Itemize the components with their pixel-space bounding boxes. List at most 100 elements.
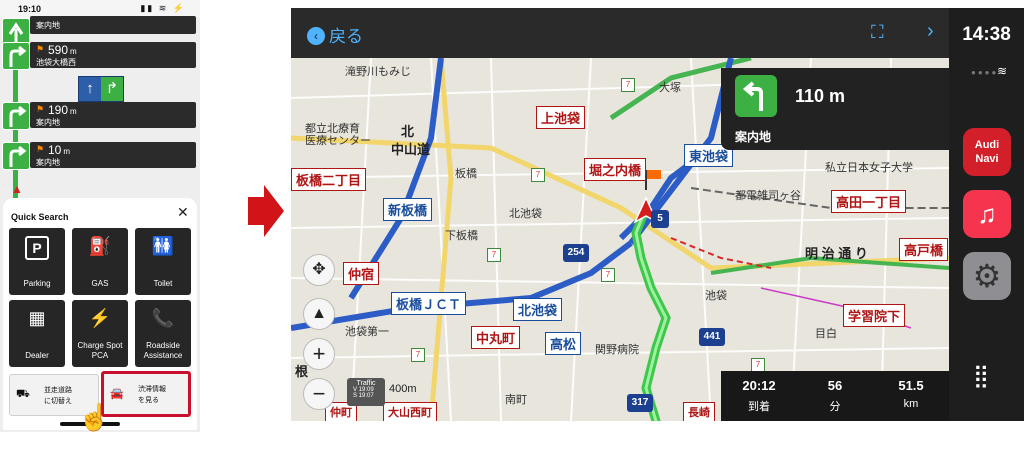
turn-info: ⚑ 190 m 案内地 [30, 102, 196, 128]
map-label: 北池袋 [513, 298, 563, 321]
turn-distance: 10 m [48, 143, 71, 157]
charger-plug-icon: ⚡ [88, 308, 112, 328]
gas-pump-icon: ⛽ [88, 236, 112, 256]
map-label: 高戸橋 [899, 238, 949, 261]
map-label: 高松 [545, 332, 582, 355]
turn-info: ⚑ 590 m 池袋大橋西 [30, 42, 196, 68]
remaining-minutes: 56 [827, 378, 843, 393]
guidance-distance: 110 m [795, 86, 846, 106]
back-chevron-icon: ‹ [307, 27, 325, 45]
status-icons: ▮▮ ≋ ⚡ [140, 3, 186, 13]
close-icon[interactable]: ✕ [177, 204, 189, 221]
back-button[interactable]: ‹ 戻る [307, 22, 363, 47]
map-label: 私立日本女子大学 [825, 162, 913, 174]
turn-info: 案内地 [30, 16, 196, 34]
arrival-label: 到着 [748, 401, 770, 413]
flag-icon: ⚑ [36, 44, 45, 54]
next-chevron-icon[interactable]: › [927, 20, 934, 43]
turn-distance: 190 m [48, 103, 77, 117]
map-label: 板橋 [455, 168, 477, 180]
turn-distance: 590 m [48, 43, 77, 57]
tile-roadside-assistance[interactable]: 📞 Roadside Assistance [135, 300, 191, 367]
tile-label: Toilet [153, 279, 173, 288]
zoom-out-button[interactable]: − [303, 378, 335, 410]
map-label: 北池袋 [509, 208, 542, 220]
phone-icon: 📞 [151, 308, 175, 328]
map-label: 大山西町 [383, 402, 437, 421]
map-label: 高田一丁目 [831, 190, 907, 213]
fullscreen-icon[interactable]: ⛶ [871, 22, 884, 43]
tile-gas[interactable]: ⛽ GAS [72, 228, 128, 295]
map-label: 都電雑司ヶ谷 [735, 190, 801, 202]
car-road-icon: ⛟ [16, 388, 30, 400]
traffic-info-button[interactable]: 🚘 渋滞情報 を見る [101, 371, 191, 417]
signal-icon: ●●●● [971, 68, 999, 77]
turn-name: 案内地 [36, 21, 60, 30]
eta-panel: 20:12 到着 56 分 51.5 km [721, 371, 949, 421]
quick-search-title: Quick Search [11, 212, 69, 222]
flag-icon: ⚑ [36, 144, 45, 154]
map-label: 下板橋 [445, 230, 478, 242]
tile-parking[interactable]: P Parking [9, 228, 65, 295]
turn-name: 池袋大橋西 [36, 58, 76, 67]
phone-screen: 19:10 ▮▮ ≋ ⚡ 案内地 ⚑ 590 m 池袋大橋西 ↑ ↱ ⚑ 190 m [0, 0, 200, 432]
guidance-name: 案内地 [735, 130, 772, 144]
map-label: 中山道 [391, 142, 431, 157]
route-shield: 254 [563, 244, 589, 262]
audi-navi-app[interactable]: Audi Navi [963, 128, 1011, 176]
turn-info: ⚑ 10 m 案内地 [30, 142, 196, 168]
map-label: 関野病院 [595, 344, 639, 356]
map-label: 池袋第一 [345, 326, 389, 338]
toilet-icon: 🚻 [151, 236, 175, 256]
quick-search-panel: Quick Search ✕ P Parking ⛽ GAS 🚻 Toilet … [3, 198, 197, 430]
convenience-store-icon: 7 [751, 358, 765, 372]
map-label: 新板橋 [383, 198, 433, 221]
turn-name: 案内地 [36, 118, 60, 127]
carplay-sidebar: 14:38 ●●●● ≋ Audi Navi ♫ ⚙ ⣿ [949, 8, 1024, 421]
map-label: 南町 [505, 394, 527, 406]
lane-right-icon: ↱ [101, 77, 123, 101]
convenience-store-icon: 7 [621, 78, 635, 92]
map-label: 上池袋 [536, 106, 586, 129]
tile-label: Charge Spot PCA [77, 341, 123, 360]
pan-control-icon[interactable]: ✥ [303, 254, 335, 286]
transition-arrow-icon [248, 185, 284, 237]
turn-item[interactable]: ⚑ 190 m 案内地 [0, 100, 200, 130]
flag-icon: ⚑ [36, 104, 45, 114]
compass-icon[interactable]: ▲ [303, 298, 335, 330]
music-app-icon[interactable]: ♫ [963, 190, 1011, 238]
dealer-icon: ▦ [28, 308, 46, 328]
tile-charge-spot[interactable]: ⚡ Charge Spot PCA [72, 300, 128, 367]
convenience-store-icon: 7 [601, 268, 615, 282]
tile-toilet[interactable]: 🚻 Toilet [135, 228, 191, 295]
turn-left-arrow-icon [735, 75, 777, 117]
tile-dealer[interactable]: ▦ Dealer [9, 300, 65, 367]
nav-bar: ‹ 戻る ⛶ › [291, 8, 949, 58]
route-shield: 5 [651, 210, 669, 228]
lane-guidance: ↑ ↱ [78, 76, 124, 102]
minutes-label: 分 [829, 401, 841, 413]
turn-arrow-icon [2, 102, 30, 130]
remaining-distance: 51.5 [898, 378, 924, 393]
map-label: 池袋 [705, 290, 727, 302]
chip-label: 並走道路 に切替え [44, 387, 72, 405]
turn-item[interactable]: ⚑ 590 m 池袋大橋西 [0, 40, 200, 70]
app-grid-icon[interactable]: ⣿ [973, 363, 989, 389]
guidance-panel: 110 m 案内地 [721, 68, 949, 150]
wifi-icon: ≋ [997, 64, 1008, 78]
route-shield: 317 [627, 394, 653, 412]
tile-label: Dealer [25, 351, 49, 360]
turn-arrow-icon [2, 42, 30, 70]
turn-item[interactable]: ⚑ 10 m 案内地 [0, 140, 200, 170]
settings-app-icon[interactable]: ⚙ [963, 252, 1011, 300]
carplay-screen: ‹ 戻る ⛶ › 上池袋 堀之内橋 東池袋 板橋二丁目 新板橋 仲宿 板橋ＪＣＴ… [291, 8, 1024, 421]
map-label: 学習院下 [843, 304, 906, 327]
parking-icon: P [9, 236, 65, 260]
convenience-store-icon: 7 [411, 348, 425, 362]
zoom-in-button[interactable]: + [303, 338, 335, 370]
chip-label: 渋滞情報 を見る [138, 386, 166, 404]
turn-name: 案内地 [36, 158, 60, 167]
map-label: 目白 [815, 328, 837, 340]
map-label: 中丸町 [471, 326, 521, 349]
route-shield: 441 [699, 328, 725, 346]
